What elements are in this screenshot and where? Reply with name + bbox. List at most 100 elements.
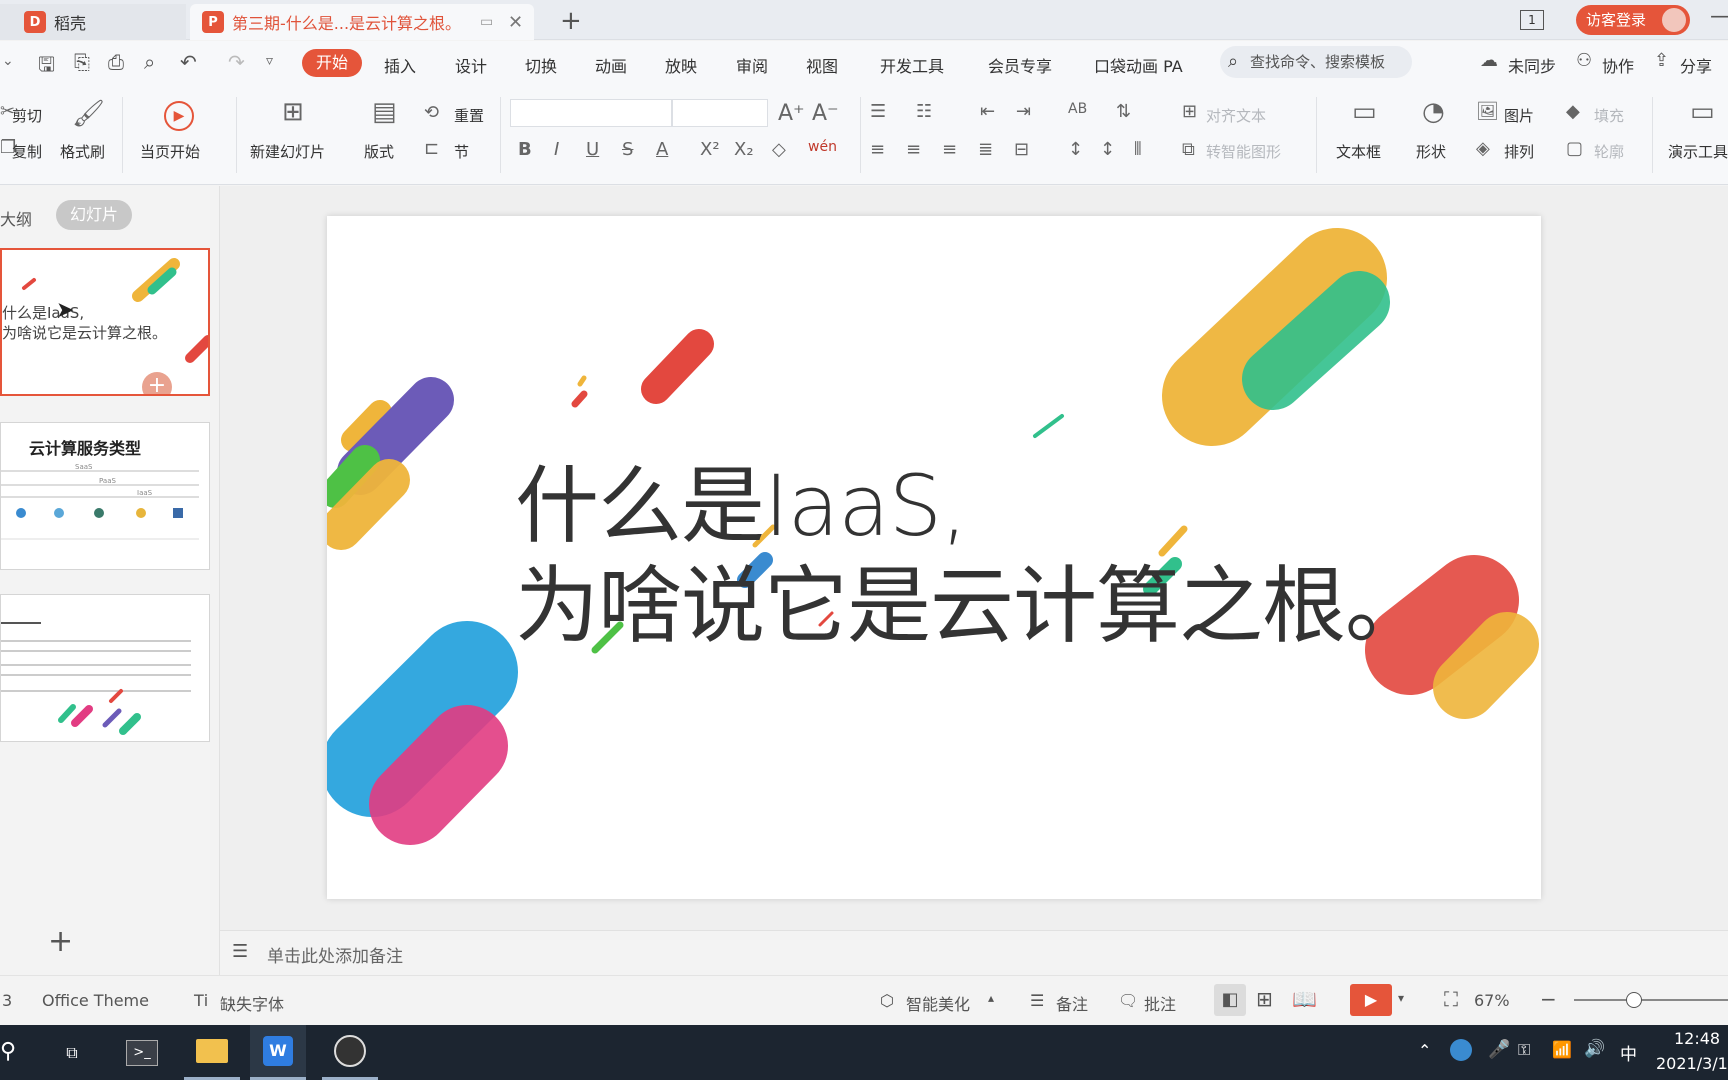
reset-button[interactable]: 重置 [454, 105, 484, 126]
play-slideshow-button[interactable]: ▶ [1350, 984, 1392, 1016]
align-center-icon[interactable]: ≡ [906, 139, 921, 160]
distribute-icon[interactable]: ⊟ [1014, 139, 1029, 160]
play-from-current-button[interactable]: 当页开始 [140, 141, 200, 162]
outline-tab[interactable]: 大纲 [0, 206, 32, 230]
add-slide-button[interactable]: + [48, 924, 73, 959]
underline-icon[interactable]: U [586, 139, 599, 160]
clock-time[interactable]: 12:48 [1674, 1029, 1720, 1048]
menu-transition[interactable]: 切换 [525, 53, 557, 77]
reading-view-icon[interactable]: 📖 [1292, 987, 1317, 1011]
sort-icon[interactable]: ⇅ [1116, 101, 1131, 122]
missing-font-button[interactable]: 缺失字体 [220, 991, 284, 1015]
copy-button[interactable]: 复制 [12, 141, 42, 162]
textbox-button[interactable]: 文本框 [1336, 141, 1381, 162]
window-count-badge[interactable]: 1 [1520, 10, 1544, 30]
align-text-button[interactable]: 对齐文本 [1206, 105, 1266, 126]
numbered-list-icon[interactable]: ☷ [916, 101, 932, 122]
align-left-icon[interactable]: ≡ [870, 139, 885, 160]
columns-icon[interactable]: ⫴ [1134, 139, 1142, 160]
new-slide-button[interactable]: 新建幻灯片 [250, 141, 325, 162]
tab-docer-home[interactable]: D 稻壳 [0, 4, 186, 40]
section-button[interactable]: 节 [454, 141, 469, 162]
subscript-icon[interactable]: X₂ [734, 139, 754, 160]
decrease-indent-icon[interactable]: ⇤ [980, 101, 995, 122]
arrange-button[interactable]: 排列 [1504, 141, 1534, 162]
ime-indicator[interactable]: 中 [1620, 1040, 1637, 1065]
paragraph-spacing-icon[interactable]: ↕ [1100, 139, 1115, 160]
cut-button[interactable]: 剪切 [12, 105, 42, 126]
tab-document[interactable]: P 第三期-什么是...是云计算之根。 ▭ ✕ [190, 4, 534, 40]
pinyin-guide-icon[interactable]: wén [808, 139, 837, 155]
theme-name[interactable]: Office Theme [42, 991, 149, 1010]
wifi-icon[interactable]: 📶 [1552, 1040, 1572, 1059]
menu-animation[interactable]: 动画 [595, 53, 627, 77]
strikethrough-icon[interactable]: S [622, 139, 633, 160]
menu-pocket-animation[interactable]: 口袋动画 PA [1094, 53, 1183, 77]
picture-button[interactable]: 图片 [1504, 105, 1534, 126]
command-search-input[interactable]: ⌕ 查找命令、搜索模板 [1220, 46, 1412, 78]
smart-beautify-button[interactable]: 智能美化 [906, 991, 970, 1015]
microphone-icon[interactable]: 🎤 [1488, 1039, 1510, 1060]
text-direction-icon[interactable]: AB [1068, 101, 1087, 117]
add-slide-after-button[interactable]: + [142, 372, 172, 394]
share-button[interactable]: 分享 [1680, 53, 1712, 77]
slides-tab[interactable]: 幻灯片 [56, 200, 132, 230]
customize-toolbar-icon[interactable]: ▿ [266, 53, 273, 69]
menu-developer[interactable]: 开发工具 [880, 53, 944, 77]
decrease-font-icon[interactable]: A⁻ [812, 101, 839, 126]
export-icon[interactable]: ⎘ [74, 50, 90, 74]
fit-to-window-icon[interactable]: ⛶ [1444, 987, 1458, 1011]
menu-view[interactable]: 视图 [806, 53, 838, 77]
bold-icon[interactable]: B [518, 139, 532, 160]
italic-icon[interactable]: I [554, 139, 559, 160]
guest-login-button[interactable]: 访客登录 [1576, 5, 1690, 35]
search-icon[interactable]: ⚲ [0, 1039, 16, 1064]
layout-button[interactable]: 版式 [364, 141, 394, 162]
pin-window-icon[interactable]: ▭ [480, 14, 493, 30]
comments-button[interactable]: 批注 [1144, 991, 1176, 1015]
slide-thumbnail-3[interactable] [0, 594, 210, 742]
chevron-up-icon[interactable]: ▴ [988, 991, 994, 1005]
format-painter-button[interactable]: 格式刷 [60, 141, 105, 162]
wps-app-icon[interactable]: W [250, 1025, 306, 1080]
collaborate-button[interactable]: 协作 [1602, 53, 1634, 77]
font-family-select[interactable] [510, 99, 672, 127]
normal-view-icon[interactable]: ◧ [1214, 984, 1246, 1016]
increase-indent-icon[interactable]: ⇥ [1016, 101, 1031, 122]
present-tool-button[interactable]: 演示工具 [1668, 141, 1728, 162]
tray-app-icon[interactable] [1450, 1039, 1472, 1061]
bullet-list-icon[interactable]: ☰ [870, 101, 886, 122]
network-adapter-icon[interactable]: ⚿ [1518, 1040, 1530, 1060]
close-tab-icon[interactable]: ✕ [508, 12, 523, 33]
zoom-out-icon[interactable]: − [1540, 987, 1557, 1011]
file-explorer-app-icon[interactable] [184, 1025, 240, 1080]
redo-icon[interactable]: ↷ [228, 50, 245, 74]
clock-date[interactable]: 2021/3/1 [1656, 1054, 1728, 1073]
play-options-chevron-icon[interactable]: ▾ [1398, 991, 1404, 1005]
obs-app-icon[interactable] [322, 1025, 378, 1080]
slide-1-canvas[interactable]: 什么是IaaS, 为啥说它是云计算之根。 [327, 216, 1541, 899]
zoom-level[interactable]: 67% [1474, 991, 1510, 1010]
menu-home-tab[interactable]: 开始 [302, 49, 362, 77]
menu-member[interactable]: 会员专享 [988, 53, 1052, 77]
slide-sorter-icon[interactable]: ⊞ [1256, 987, 1273, 1011]
chevron-up-icon[interactable]: ⌃ [1418, 1041, 1431, 1060]
new-tab-button[interactable]: + [560, 6, 582, 36]
volume-icon[interactable]: 🔊 [1584, 1039, 1605, 1059]
menu-review[interactable]: 审阅 [736, 53, 768, 77]
font-color-icon[interactable]: A [656, 139, 668, 160]
zoom-slider-thumb[interactable] [1626, 992, 1642, 1008]
chevron-down-icon[interactable]: ⌄ [2, 53, 14, 69]
slide-thumbnail-2[interactable]: 云计算服务类型 SaaS PaaS IaaS [0, 422, 210, 570]
task-view-icon[interactable]: ⧉ [44, 1025, 100, 1080]
print-icon[interactable]: ⎙ [108, 50, 124, 74]
save-icon[interactable]: 🖫 [38, 50, 55, 84]
font-size-select[interactable] [672, 99, 768, 127]
minimize-icon[interactable]: — [1710, 4, 1728, 29]
increase-font-icon[interactable]: A⁺ [778, 101, 805, 126]
shape-button[interactable]: 形状 [1416, 141, 1446, 162]
smart-graphic-button[interactable]: 转智能图形 [1206, 141, 1281, 162]
justify-icon[interactable]: ≣ [978, 139, 993, 160]
notes-toggle-button[interactable]: 备注 [1056, 991, 1088, 1015]
zoom-slider-track[interactable] [1574, 999, 1728, 1001]
